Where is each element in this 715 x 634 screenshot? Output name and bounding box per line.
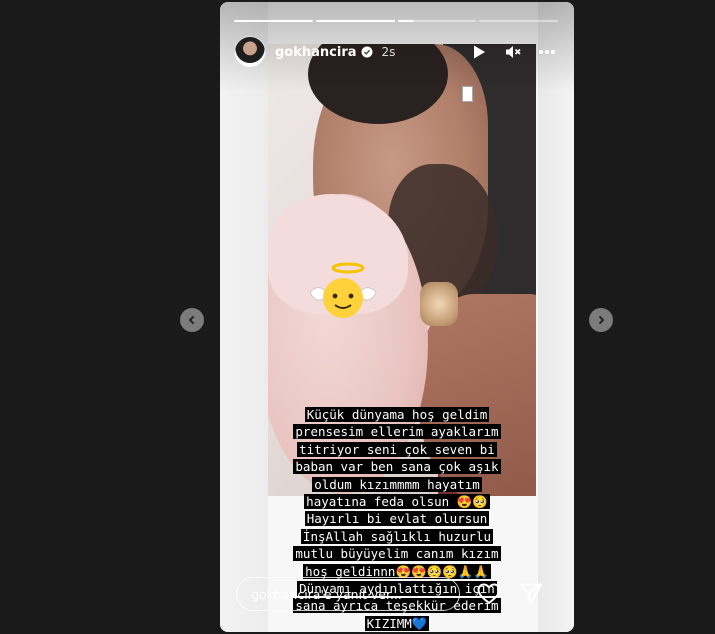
caption-line-text: oldum kızımmmm hayatım bbox=[312, 476, 482, 492]
caption-line: baban var ben sana çok aşık bbox=[234, 458, 560, 475]
chevron-right-icon bbox=[598, 315, 605, 325]
caption-line: oldum kızımmmm hayatım bbox=[234, 476, 560, 493]
progress-segment bbox=[397, 20, 477, 22]
avatar[interactable] bbox=[234, 36, 266, 68]
story-controls bbox=[470, 43, 560, 61]
caption-line-text: Hayırlı bi evlat olursun bbox=[304, 511, 490, 527]
play-icon[interactable] bbox=[470, 43, 488, 61]
story-time: 2s bbox=[381, 45, 396, 59]
heart-icon[interactable] bbox=[476, 581, 502, 607]
next-story-button[interactable] bbox=[589, 308, 613, 332]
caption-line: titriyor seni çok seven bi bbox=[234, 441, 560, 458]
progress-fill bbox=[397, 20, 414, 22]
photo-watch bbox=[420, 282, 458, 326]
progress-segment bbox=[479, 20, 558, 22]
username[interactable]: gokhancira bbox=[275, 45, 357, 60]
caption-line-text: Küçük dünyama hoş geldim bbox=[304, 407, 490, 422]
caption-line-text: mutlu büyüyelim canım kızım bbox=[293, 546, 501, 562]
caption-line: Küçük dünyama hoş geldim bbox=[234, 406, 560, 423]
verified-badge-icon bbox=[361, 46, 373, 58]
muted-speaker-icon[interactable] bbox=[504, 43, 522, 61]
send-icon[interactable] bbox=[518, 581, 544, 607]
caption-line: mutlu büyüyelim canım kızım bbox=[234, 545, 560, 562]
story-viewer[interactable]: gokhancira 2s Küçük dünyama hoş geldim pr… bbox=[220, 2, 574, 632]
caption-line-text: baban var ben sana çok aşık bbox=[293, 459, 501, 475]
caption-line: Hayırlı bi evlat olursun bbox=[234, 510, 560, 527]
caption-line: hayatına feda olsun 😍🥺 bbox=[234, 493, 560, 510]
caption-line-text: prensesim ellerim ayaklarım bbox=[293, 424, 501, 440]
chevron-left-icon bbox=[188, 315, 195, 325]
reply-input[interactable] bbox=[236, 577, 460, 611]
progress-fill bbox=[315, 20, 395, 22]
caption-line: KIZIMM💙 bbox=[234, 615, 560, 632]
caption-line-text: titriyor seni çok seven bi bbox=[297, 441, 497, 457]
caption-line-text: KIZIMM💙 bbox=[364, 615, 430, 631]
more-horizontal-icon[interactable] bbox=[538, 43, 556, 61]
caption-line-text: İnşAllah sağlıklı huzurlu bbox=[300, 528, 494, 544]
caption-line: prensesim ellerim ayaklarım bbox=[234, 423, 560, 440]
story-header: gokhancira 2s bbox=[234, 34, 560, 70]
previous-story-button[interactable] bbox=[180, 308, 204, 332]
progress-segment bbox=[315, 20, 395, 22]
story-progress-bar bbox=[234, 20, 558, 23]
progress-fill bbox=[234, 20, 313, 22]
angel-face-sticker bbox=[309, 262, 377, 318]
caption-line-text: hayatına feda olsun 😍🥺 bbox=[304, 494, 490, 510]
progress-segment bbox=[234, 20, 313, 22]
caption-line: İnşAllah sağlıklı huzurlu bbox=[234, 528, 560, 545]
reply-row bbox=[236, 576, 566, 612]
